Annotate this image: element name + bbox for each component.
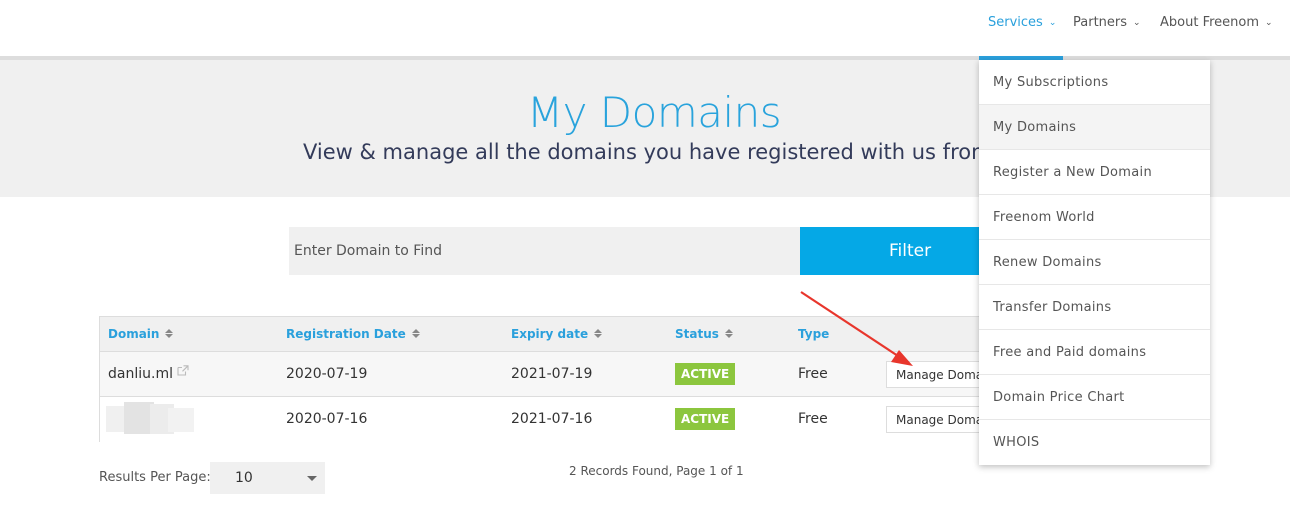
- column-header-expiry-date[interactable]: Expiry date: [511, 327, 603, 341]
- column-header-label: Registration Date: [286, 327, 406, 341]
- menu-item-domain-price-chart[interactable]: Domain Price Chart: [979, 375, 1210, 420]
- nav-about-label: About Freenom: [1160, 15, 1260, 30]
- column-header-label: Expiry date: [511, 327, 589, 341]
- column-header-type: Type: [798, 327, 829, 341]
- nav-partners[interactable]: Partners ⌄: [1073, 13, 1141, 33]
- table-header: Domain Registration Date Expiry date Sta…: [100, 317, 998, 352]
- status-badge: ACTIVE: [675, 408, 736, 430]
- menu-item-register-new-domain[interactable]: Register a New Domain: [979, 150, 1210, 195]
- results-per-page-value: 10: [235, 470, 253, 486]
- column-header-label: Domain: [108, 327, 160, 341]
- menu-item-my-subscriptions[interactable]: My Subscriptions: [979, 60, 1210, 105]
- sort-icon: [724, 329, 733, 338]
- column-header-status[interactable]: Status: [675, 327, 733, 341]
- menu-item-transfer-domains[interactable]: Transfer Domains: [979, 285, 1210, 330]
- chevron-down-icon: ⌄: [1133, 18, 1141, 28]
- expiry-date-cell: 2021-07-19: [511, 366, 593, 382]
- sort-icon: [594, 329, 603, 338]
- top-navigation: Services ⌄ Partners ⌄ About Freenom ⌄: [0, 0, 1290, 56]
- menu-item-my-domains[interactable]: My Domains: [979, 105, 1210, 150]
- caret-down-icon: [307, 476, 317, 481]
- menu-item-free-and-paid-domains[interactable]: Free and Paid domains: [979, 330, 1210, 375]
- table-row: 2020-07-16 2021-07-16 ACTIVE Free Manage…: [100, 397, 1006, 442]
- domain-name[interactable]: danliu.ml: [108, 366, 173, 382]
- results-per-page-select[interactable]: 10: [210, 462, 325, 494]
- nav-services-label: Services: [988, 15, 1043, 30]
- results-per-page-label: Results Per Page:: [99, 470, 211, 485]
- menu-item-renew-domains[interactable]: Renew Domains: [979, 240, 1210, 285]
- external-link-icon[interactable]: [177, 364, 189, 380]
- services-dropdown-menu: My Subscriptions My Domains Register a N…: [979, 60, 1210, 465]
- registration-date-cell: 2020-07-19: [286, 366, 368, 382]
- column-header-domain[interactable]: Domain: [108, 327, 174, 341]
- records-summary: 2 Records Found, Page 1 of 1: [569, 464, 744, 478]
- nav-about[interactable]: About Freenom ⌄: [1160, 13, 1273, 33]
- status-badge: ACTIVE: [675, 363, 736, 385]
- table-row: danliu.ml 2020-07-19 2021-07-19 ACTIVE F…: [100, 352, 1006, 397]
- expiry-date-cell: 2021-07-16: [511, 411, 593, 427]
- column-header-label: Status: [675, 327, 719, 341]
- menu-item-freenom-world[interactable]: Freenom World: [979, 195, 1210, 240]
- registration-date-cell: 2020-07-16: [286, 411, 368, 427]
- chevron-down-icon: ⌄: [1265, 18, 1273, 28]
- domain-search-input[interactable]: [289, 227, 800, 275]
- sort-icon: [165, 329, 174, 338]
- chevron-down-icon: ⌄: [1048, 18, 1057, 28]
- column-header-registration-date[interactable]: Registration Date: [286, 327, 420, 341]
- domains-table: Domain Registration Date Expiry date Sta…: [99, 316, 1006, 442]
- sort-icon: [411, 329, 420, 338]
- nav-services[interactable]: Services ⌄: [988, 13, 1056, 33]
- page-subtitle: View & manage all the domains you have r…: [303, 140, 1046, 164]
- menu-item-whois[interactable]: WHOIS: [979, 420, 1210, 465]
- column-header-label: Type: [798, 327, 830, 341]
- nav-partners-label: Partners: [1073, 15, 1128, 30]
- redacted-domain: [106, 402, 196, 438]
- domain-cell[interactable]: danliu.ml: [108, 364, 189, 382]
- type-cell: Free: [798, 366, 828, 382]
- type-cell: Free: [798, 411, 828, 427]
